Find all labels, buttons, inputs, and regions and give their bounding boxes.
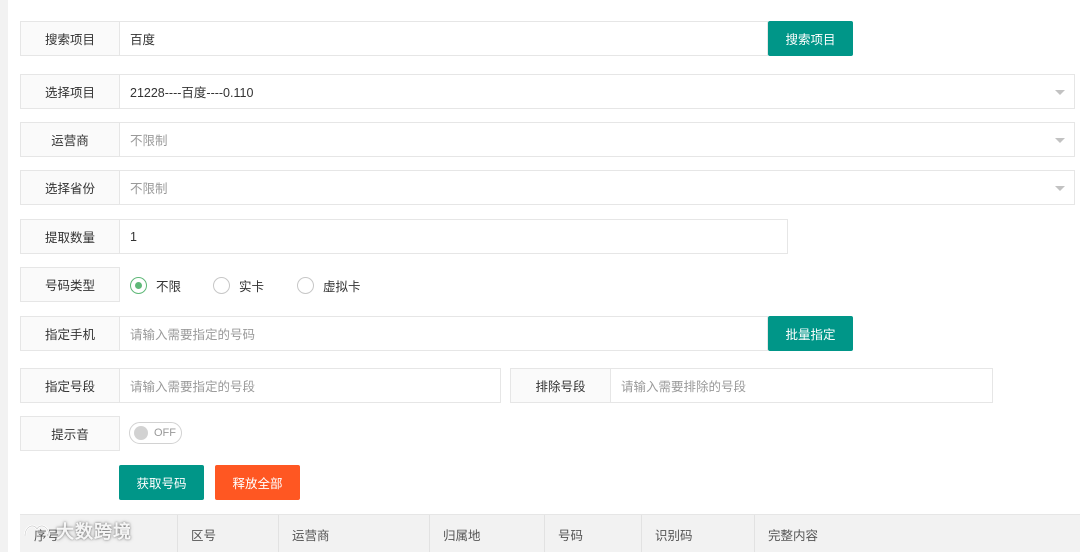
radio-physical-card-label: 实卡 — [239, 279, 265, 294]
toggle-knob — [134, 426, 148, 440]
left-gutter — [0, 0, 8, 552]
radio-unchecked-icon — [213, 276, 230, 294]
search-project-button[interactable]: 搜索项目 — [768, 21, 853, 56]
quantity-input[interactable]: 1 — [119, 219, 788, 254]
province-value: 不限制 — [130, 182, 168, 196]
sound-label: 提示音 — [20, 416, 120, 451]
batch-assign-button[interactable]: 批量指定 — [768, 316, 853, 351]
results-table-header: 序号 区号 运营商 归属地 号码 识别码 完整内容 — [20, 514, 1080, 552]
watermark: 大数跨境 — [22, 518, 132, 544]
search-project-label: 搜索项目 — [20, 21, 120, 56]
sound-toggle-state: OFF — [154, 427, 176, 439]
watermark-text: 大数跨境 — [56, 522, 132, 542]
select-project-dropdown[interactable]: 21228----百度----0.110 — [119, 74, 1075, 109]
assign-phone-label: 指定手机 — [20, 316, 120, 351]
column-header-code[interactable]: 识别码 — [641, 515, 693, 552]
province-label: 选择省份 — [20, 170, 120, 205]
carrier-label: 运营商 — [20, 122, 120, 157]
column-header-number[interactable]: 号码 — [544, 515, 583, 552]
number-type-label: 号码类型 — [20, 267, 120, 302]
assign-segment-input[interactable]: 请输入需要指定的号段 — [119, 368, 501, 403]
carrier-dropdown[interactable]: 不限制 — [119, 122, 1075, 157]
select-project-value: 21228----百度----0.110 — [130, 86, 254, 100]
quantity-label: 提取数量 — [20, 219, 120, 254]
column-header-full-content[interactable]: 完整内容 — [754, 515, 818, 552]
column-header-location[interactable]: 归属地 — [429, 515, 481, 552]
column-header-carrier[interactable]: 运营商 — [278, 515, 330, 552]
chevron-down-icon — [1055, 89, 1065, 95]
column-header-area-code[interactable]: 区号 — [177, 515, 216, 552]
radio-unchecked-icon — [297, 276, 314, 294]
carrier-value: 不限制 — [130, 134, 168, 148]
chevron-down-icon — [1055, 137, 1065, 143]
radio-virtual-card[interactable]: 虚拟卡 — [297, 276, 361, 294]
province-dropdown[interactable]: 不限制 — [119, 170, 1075, 205]
sound-toggle[interactable]: OFF — [129, 422, 182, 444]
radio-checked-icon — [130, 276, 147, 294]
radio-virtual-card-label: 虚拟卡 — [323, 279, 361, 294]
search-project-input[interactable]: 百度 — [119, 21, 768, 56]
select-project-label: 选择项目 — [20, 74, 120, 109]
chevron-down-icon — [1055, 185, 1065, 191]
assign-phone-input[interactable]: 请输入需要指定的号码 — [119, 316, 768, 351]
radio-unlimited-label: 不限 — [156, 279, 182, 294]
assign-segment-label: 指定号段 — [20, 368, 120, 403]
get-number-button[interactable]: 获取号码 — [119, 465, 204, 500]
watermark-logo-icon — [23, 524, 51, 537]
radio-physical-card[interactable]: 实卡 — [213, 276, 264, 294]
exclude-segment-input[interactable]: 请输入需要排除的号段 — [610, 368, 993, 403]
exclude-segment-label: 排除号段 — [510, 368, 611, 403]
release-all-button[interactable]: 释放全部 — [215, 465, 300, 500]
radio-unlimited[interactable]: 不限 — [130, 276, 181, 294]
